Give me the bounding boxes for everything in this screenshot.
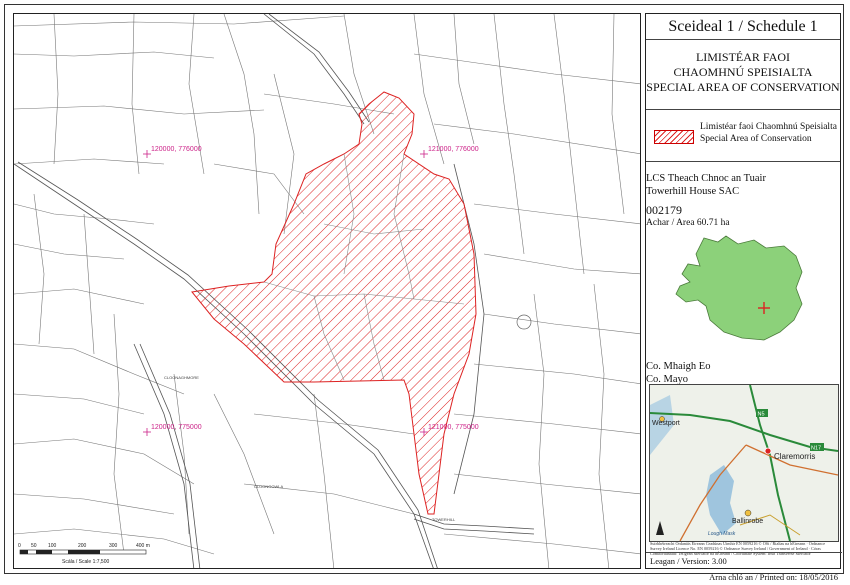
inset-map[interactable]: Westport Claremorris Ballinrobe N17 N5 L… xyxy=(649,384,839,542)
site-info: LCS Theach Chnoc an Tuair Towerhill Hous… xyxy=(646,162,840,398)
status-block: LIMISTÉAR FAOI CHAOMHNÚ SPEISIALTA SPECI… xyxy=(646,40,840,110)
lake-label: Lough Mask xyxy=(708,531,736,537)
status-line: LIMISTÉAR FAOI xyxy=(695,50,791,64)
status-line: SPECIAL AREA OF CONSERVATION xyxy=(646,80,840,94)
schedule-title: Sceideal 1 / Schedule 1 xyxy=(646,14,840,40)
map-canvas: 120000, 776000 121000, 776000 120000, 77… xyxy=(14,14,640,568)
scale-bar: 0 50 100 200 300 400 m Scála / Scale 1:7… xyxy=(18,543,150,565)
grid-label: 120000, 775000 xyxy=(151,424,202,431)
scale-tick: 100 xyxy=(48,543,57,549)
grid-label: 121000, 776000 xyxy=(428,146,479,153)
county-locator-map xyxy=(675,235,803,341)
scale-tick: 300 xyxy=(109,543,118,549)
ring-fort xyxy=(516,314,532,330)
grid-label: 120000, 776000 xyxy=(151,146,202,153)
grid-label: 121000, 775000 xyxy=(428,424,479,431)
sac-boundary[interactable] xyxy=(191,91,477,515)
county-name-ga: Co. Mhaigh Eo xyxy=(646,361,711,372)
scale-tick: 0 xyxy=(18,543,21,549)
site-name-en: Towerhill House SAC xyxy=(646,186,740,197)
townland-label: CLOONAGHMORE xyxy=(164,375,199,380)
scale-tick: 400 m xyxy=(136,543,150,549)
status-line: CHAOMHNÚ SPEISIALTA xyxy=(673,65,813,79)
site-code: 002179 xyxy=(646,203,682,217)
road-shield: N5 xyxy=(758,412,765,418)
inset-canvas: Westport Claremorris Ballinrobe N17 N5 L… xyxy=(650,385,838,541)
hatch-swatch-icon xyxy=(654,130,694,144)
version-label: Leagan / Version: 3.00 xyxy=(650,556,727,566)
inset-town: Claremorris xyxy=(774,452,815,461)
legend-label-ga: Limistéar faoi Chaomhnú Speisialta xyxy=(700,122,837,132)
scale-tick: 200 xyxy=(78,543,87,549)
inset-town: Ballinrobe xyxy=(732,518,763,525)
printed-date: Arna chló an / Printed on: 18/05/2016 xyxy=(709,572,838,582)
townland-label: CLOONGOWLA xyxy=(254,484,283,489)
legend: Limistéar faoi Chaomhnú Speisialta Speci… xyxy=(646,110,840,162)
scale-tick: 50 xyxy=(31,543,37,549)
map-sheet: 120000, 776000 121000, 776000 120000, 77… xyxy=(4,4,844,582)
legend-label-en: Special Area of Conservation xyxy=(700,134,812,144)
inset-town: Westport xyxy=(652,420,680,427)
main-map[interactable]: 120000, 776000 121000, 776000 120000, 77… xyxy=(13,13,641,569)
road-shield: N17 xyxy=(811,446,821,452)
townland-label: TOWERHILL xyxy=(432,517,456,522)
site-name-ga: LCS Theach Chnoc an Tuair xyxy=(646,173,766,184)
footer: Leagan / Version: 3.00 Arna chló an / Pr… xyxy=(646,552,842,582)
legend-panel: Sceideal 1 / Schedule 1 LIMISTÉAR FAOI C… xyxy=(645,13,842,582)
scale-caption: Scála / Scale 1:7,500 xyxy=(62,559,109,565)
county-mayo-shape xyxy=(675,235,803,341)
